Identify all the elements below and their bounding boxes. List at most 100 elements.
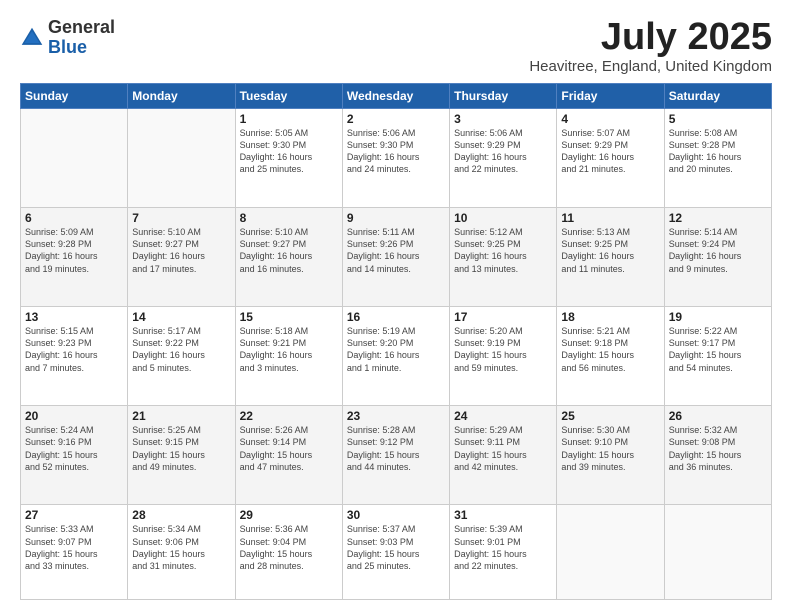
day-info: Sunrise: 5:28 AM Sunset: 9:12 PM Dayligh… [347, 424, 445, 473]
page: General Blue July 2025 Heavitree, Englan… [0, 0, 792, 612]
day-number: 6 [25, 211, 123, 225]
day-cell: 9Sunrise: 5:11 AM Sunset: 9:26 PM Daylig… [342, 208, 449, 307]
day-info: Sunrise: 5:19 AM Sunset: 9:20 PM Dayligh… [347, 325, 445, 374]
day-cell: 12Sunrise: 5:14 AM Sunset: 9:24 PM Dayli… [664, 208, 771, 307]
day-number: 14 [132, 310, 230, 324]
day-number: 8 [240, 211, 338, 225]
day-number: 10 [454, 211, 552, 225]
day-number: 18 [561, 310, 659, 324]
day-info: Sunrise: 5:22 AM Sunset: 9:17 PM Dayligh… [669, 325, 767, 374]
day-info: Sunrise: 5:29 AM Sunset: 9:11 PM Dayligh… [454, 424, 552, 473]
day-info: Sunrise: 5:05 AM Sunset: 9:30 PM Dayligh… [240, 127, 338, 176]
day-info: Sunrise: 5:39 AM Sunset: 9:01 PM Dayligh… [454, 523, 552, 572]
week-row-2: 6Sunrise: 5:09 AM Sunset: 9:28 PM Daylig… [21, 208, 772, 307]
day-info: Sunrise: 5:20 AM Sunset: 9:19 PM Dayligh… [454, 325, 552, 374]
day-number: 3 [454, 112, 552, 126]
day-info: Sunrise: 5:15 AM Sunset: 9:23 PM Dayligh… [25, 325, 123, 374]
day-cell: 8Sunrise: 5:10 AM Sunset: 9:27 PM Daylig… [235, 208, 342, 307]
day-info: Sunrise: 5:06 AM Sunset: 9:29 PM Dayligh… [454, 127, 552, 176]
day-number: 12 [669, 211, 767, 225]
day-number: 15 [240, 310, 338, 324]
day-number: 24 [454, 409, 552, 423]
day-number: 29 [240, 508, 338, 522]
day-cell: 2Sunrise: 5:06 AM Sunset: 9:30 PM Daylig… [342, 109, 449, 208]
logo-general-text: General [48, 17, 115, 37]
day-cell: 16Sunrise: 5:19 AM Sunset: 9:20 PM Dayli… [342, 307, 449, 406]
header: General Blue July 2025 Heavitree, Englan… [20, 18, 772, 75]
day-cell [664, 505, 771, 600]
day-info: Sunrise: 5:34 AM Sunset: 9:06 PM Dayligh… [132, 523, 230, 572]
day-number: 22 [240, 409, 338, 423]
day-info: Sunrise: 5:18 AM Sunset: 9:21 PM Dayligh… [240, 325, 338, 374]
day-cell: 10Sunrise: 5:12 AM Sunset: 9:25 PM Dayli… [450, 208, 557, 307]
day-number: 1 [240, 112, 338, 126]
day-number: 28 [132, 508, 230, 522]
day-number: 31 [454, 508, 552, 522]
week-row-1: 1Sunrise: 5:05 AM Sunset: 9:30 PM Daylig… [21, 109, 772, 208]
day-cell: 20Sunrise: 5:24 AM Sunset: 9:16 PM Dayli… [21, 406, 128, 505]
day-number: 30 [347, 508, 445, 522]
day-cell: 3Sunrise: 5:06 AM Sunset: 9:29 PM Daylig… [450, 109, 557, 208]
day-number: 26 [669, 409, 767, 423]
day-cell [128, 109, 235, 208]
col-header-wednesday: Wednesday [342, 84, 449, 109]
day-cell: 7Sunrise: 5:10 AM Sunset: 9:27 PM Daylig… [128, 208, 235, 307]
month-title: July 2025 [529, 18, 772, 56]
day-cell: 1Sunrise: 5:05 AM Sunset: 9:30 PM Daylig… [235, 109, 342, 208]
day-number: 20 [25, 409, 123, 423]
day-cell: 18Sunrise: 5:21 AM Sunset: 9:18 PM Dayli… [557, 307, 664, 406]
day-cell: 14Sunrise: 5:17 AM Sunset: 9:22 PM Dayli… [128, 307, 235, 406]
day-cell: 22Sunrise: 5:26 AM Sunset: 9:14 PM Dayli… [235, 406, 342, 505]
day-cell: 15Sunrise: 5:18 AM Sunset: 9:21 PM Dayli… [235, 307, 342, 406]
day-cell: 4Sunrise: 5:07 AM Sunset: 9:29 PM Daylig… [557, 109, 664, 208]
day-info: Sunrise: 5:32 AM Sunset: 9:08 PM Dayligh… [669, 424, 767, 473]
header-row: SundayMondayTuesdayWednesdayThursdayFrid… [21, 84, 772, 109]
day-info: Sunrise: 5:13 AM Sunset: 9:25 PM Dayligh… [561, 226, 659, 275]
calendar-header: SundayMondayTuesdayWednesdayThursdayFrid… [21, 84, 772, 109]
day-cell: 17Sunrise: 5:20 AM Sunset: 9:19 PM Dayli… [450, 307, 557, 406]
day-cell: 28Sunrise: 5:34 AM Sunset: 9:06 PM Dayli… [128, 505, 235, 600]
day-info: Sunrise: 5:24 AM Sunset: 9:16 PM Dayligh… [25, 424, 123, 473]
logo-icon [20, 26, 44, 50]
day-number: 21 [132, 409, 230, 423]
week-row-3: 13Sunrise: 5:15 AM Sunset: 9:23 PM Dayli… [21, 307, 772, 406]
day-number: 5 [669, 112, 767, 126]
day-info: Sunrise: 5:12 AM Sunset: 9:25 PM Dayligh… [454, 226, 552, 275]
day-info: Sunrise: 5:14 AM Sunset: 9:24 PM Dayligh… [669, 226, 767, 275]
day-cell: 13Sunrise: 5:15 AM Sunset: 9:23 PM Dayli… [21, 307, 128, 406]
day-cell: 30Sunrise: 5:37 AM Sunset: 9:03 PM Dayli… [342, 505, 449, 600]
day-cell: 23Sunrise: 5:28 AM Sunset: 9:12 PM Dayli… [342, 406, 449, 505]
location: Heavitree, England, United Kingdom [529, 58, 772, 75]
logo: General Blue [20, 18, 115, 58]
day-cell: 11Sunrise: 5:13 AM Sunset: 9:25 PM Dayli… [557, 208, 664, 307]
week-row-4: 20Sunrise: 5:24 AM Sunset: 9:16 PM Dayli… [21, 406, 772, 505]
day-number: 11 [561, 211, 659, 225]
day-cell: 21Sunrise: 5:25 AM Sunset: 9:15 PM Dayli… [128, 406, 235, 505]
day-info: Sunrise: 5:10 AM Sunset: 9:27 PM Dayligh… [240, 226, 338, 275]
col-header-monday: Monday [128, 84, 235, 109]
col-header-thursday: Thursday [450, 84, 557, 109]
col-header-sunday: Sunday [21, 84, 128, 109]
day-cell: 25Sunrise: 5:30 AM Sunset: 9:10 PM Dayli… [557, 406, 664, 505]
col-header-tuesday: Tuesday [235, 84, 342, 109]
title-area: July 2025 Heavitree, England, United Kin… [529, 18, 772, 75]
day-info: Sunrise: 5:30 AM Sunset: 9:10 PM Dayligh… [561, 424, 659, 473]
day-cell: 24Sunrise: 5:29 AM Sunset: 9:11 PM Dayli… [450, 406, 557, 505]
logo-blue-text: Blue [48, 37, 87, 57]
day-cell: 27Sunrise: 5:33 AM Sunset: 9:07 PM Dayli… [21, 505, 128, 600]
day-info: Sunrise: 5:21 AM Sunset: 9:18 PM Dayligh… [561, 325, 659, 374]
day-info: Sunrise: 5:06 AM Sunset: 9:30 PM Dayligh… [347, 127, 445, 176]
day-number: 9 [347, 211, 445, 225]
day-number: 19 [669, 310, 767, 324]
day-info: Sunrise: 5:11 AM Sunset: 9:26 PM Dayligh… [347, 226, 445, 275]
day-number: 7 [132, 211, 230, 225]
day-info: Sunrise: 5:26 AM Sunset: 9:14 PM Dayligh… [240, 424, 338, 473]
day-info: Sunrise: 5:36 AM Sunset: 9:04 PM Dayligh… [240, 523, 338, 572]
day-info: Sunrise: 5:25 AM Sunset: 9:15 PM Dayligh… [132, 424, 230, 473]
day-number: 17 [454, 310, 552, 324]
day-number: 4 [561, 112, 659, 126]
day-info: Sunrise: 5:33 AM Sunset: 9:07 PM Dayligh… [25, 523, 123, 572]
day-info: Sunrise: 5:17 AM Sunset: 9:22 PM Dayligh… [132, 325, 230, 374]
day-info: Sunrise: 5:10 AM Sunset: 9:27 PM Dayligh… [132, 226, 230, 275]
day-info: Sunrise: 5:09 AM Sunset: 9:28 PM Dayligh… [25, 226, 123, 275]
